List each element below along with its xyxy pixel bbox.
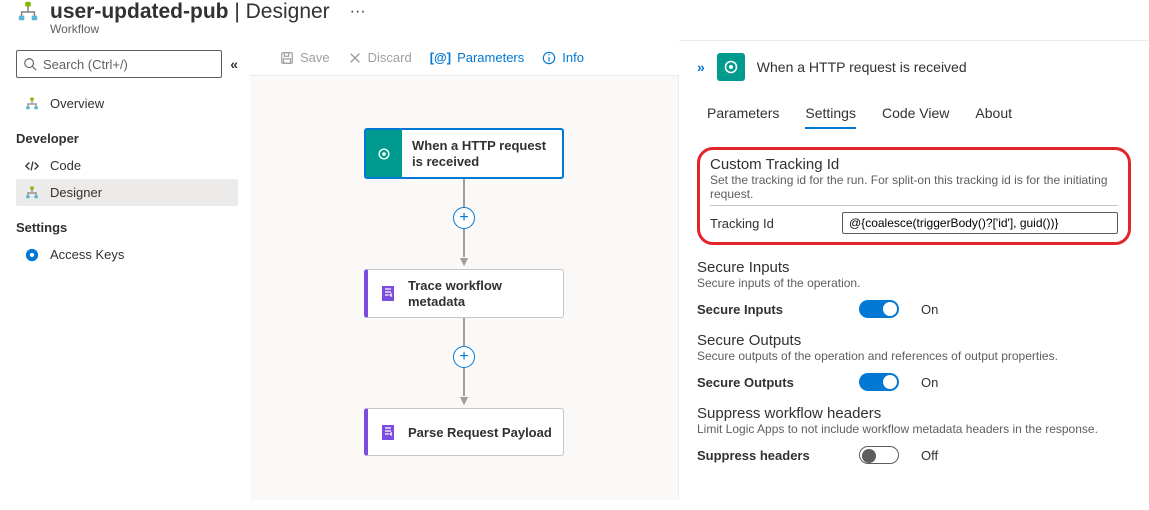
tab-code-view[interactable]: Code View [882,99,949,129]
tab-parameters[interactable]: Parameters [707,99,779,129]
workflow-small-icon [24,97,40,111]
sidebar: Search (Ctrl+/) « Overview Developer Cod… [0,40,250,500]
flow-node-trace[interactable]: Trace workflow metadata [364,269,564,318]
save-button[interactable]: Save [280,50,330,65]
field-label: Secure Outputs [697,375,847,390]
parameters-button[interactable]: [@] Parameters [430,50,525,65]
field-label: Secure Inputs [697,302,847,317]
search-placeholder: Search (Ctrl+/) [43,57,128,72]
tab-settings[interactable]: Settings [805,99,856,129]
designer-toolbar: Save Discard [@] Parameters Info [250,40,679,75]
flow-node-label: Trace workflow metadata [408,270,563,317]
sidebar-item-label: Overview [50,96,104,111]
flow-node-label: Parse Request Payload [408,409,563,455]
suppress-headers-section: Suppress workflow headers Limit Logic Ap… [697,405,1131,464]
collapse-panel-button[interactable]: » [697,59,705,75]
sidebar-item-label: Designer [50,185,102,200]
info-button[interactable]: Info [542,50,584,65]
flow-node-trigger[interactable]: When a HTTP request is received [364,128,564,179]
page-title: user-updated-pub | Designer [50,0,330,24]
field-label: Suppress headers [697,448,847,463]
operation-icon [382,425,394,440]
section-subtitle: Set the tracking id for the run. For spl… [710,173,1118,206]
section-title: Custom Tracking Id [710,156,1118,173]
discard-icon [348,51,362,65]
arrow-down-icon: ▼ [457,253,471,269]
tab-about[interactable]: About [975,99,1012,129]
page-subtitle: Workflow [50,22,1133,36]
section-title: Secure Outputs [697,332,1131,349]
secure-inputs-toggle[interactable] [859,300,899,318]
flow-node-label: When a HTTP request is received [402,130,562,177]
sidebar-item-overview[interactable]: Overview [16,90,238,117]
sidebar-item-designer[interactable]: Designer [16,179,238,206]
code-icon [24,159,40,173]
http-request-icon [717,53,745,81]
discard-button[interactable]: Discard [348,50,412,65]
toggle-state: On [921,375,938,390]
parameters-icon: [@] [430,50,451,65]
section-subtitle: Limit Logic Apps to not include workflow… [697,422,1131,438]
http-request-icon [374,144,394,164]
arrow-down-icon: ▼ [457,392,471,408]
section-title: Secure Inputs [697,259,1131,276]
add-step-button[interactable]: + [453,346,475,368]
key-icon [24,248,40,262]
workflow-icon [16,0,40,24]
more-menu-button[interactable]: ··· [350,3,366,21]
operation-icon [382,286,394,301]
node-detail-panel: » When a HTTP request is received Parame… [679,40,1149,500]
section-title: Suppress workflow headers [697,405,1131,422]
suppress-headers-toggle[interactable] [859,446,899,464]
detail-panel-title: When a HTTP request is received [757,59,967,75]
sidebar-item-code[interactable]: Code [16,152,238,179]
add-step-button[interactable]: + [453,207,475,229]
toolbar-label: Save [300,50,330,65]
save-icon [280,51,294,65]
sidebar-item-label: Code [50,158,81,173]
flow-node-parse[interactable]: Parse Request Payload [364,408,564,456]
toggle-state: Off [921,448,938,463]
designer-canvas[interactable]: When a HTTP request is received + ▼ [250,75,679,500]
tracking-id-input[interactable] [842,212,1118,234]
toolbar-label: Info [562,50,584,65]
field-label: Tracking Id [710,216,830,231]
designer-icon [24,186,40,200]
sidebar-group-developer: Developer [16,117,238,152]
section-subtitle: Secure outputs of the operation and refe… [697,349,1131,365]
secure-outputs-section: Secure Outputs Secure outputs of the ope… [697,332,1131,391]
sidebar-group-settings: Settings [16,206,238,241]
detail-tabs: Parameters Settings Code View About [697,99,1131,129]
search-icon [23,57,37,71]
sidebar-item-access-keys[interactable]: Access Keys [16,241,238,268]
secure-inputs-section: Secure Inputs Secure inputs of the opera… [697,259,1131,318]
collapse-sidebar-button[interactable]: « [230,56,238,72]
toolbar-label: Parameters [457,50,524,65]
custom-tracking-section: Custom Tracking Id Set the tracking id f… [697,147,1131,245]
toggle-state: On [921,302,938,317]
sidebar-item-label: Access Keys [50,247,124,262]
info-icon [542,51,556,65]
toolbar-label: Discard [368,50,412,65]
section-subtitle: Secure inputs of the operation. [697,276,1131,292]
search-input[interactable]: Search (Ctrl+/) [16,50,222,78]
secure-outputs-toggle[interactable] [859,373,899,391]
